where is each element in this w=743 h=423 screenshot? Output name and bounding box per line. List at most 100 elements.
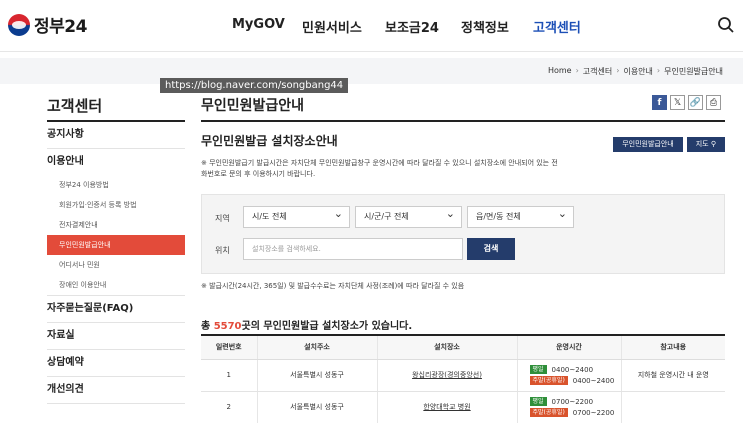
hours-weekday: 평일 0400~2400 xyxy=(529,364,621,375)
nav-policy[interactable]: 정책정보 xyxy=(461,17,533,36)
col-place: 설치장소 xyxy=(376,335,517,360)
sidebar-item-library[interactable]: 자료실 xyxy=(47,323,185,350)
hours-weekday: 평일 0700~2200 xyxy=(529,396,621,407)
main-content: 무인민원발급안내 f 𝕏 🔗 ⎙ 무인민원발급 설치장소안내 무인민원발급안내 … xyxy=(201,95,725,423)
page-title: 무인민원발급안내 xyxy=(201,95,725,122)
sidebar-title: 고객센터 xyxy=(47,95,185,122)
weekday-time: 0400~2400 xyxy=(551,365,594,374)
location-label: 위치 xyxy=(215,246,230,255)
table-row: 1 서울특별시 성동구 왕십리광장(경의중앙선) 평일 0400~2400 주말(… xyxy=(201,359,725,392)
submenu-item-kiosk[interactable]: 무인민원발급안내 xyxy=(47,235,185,255)
region-label: 지역 xyxy=(215,214,230,223)
count-number: 5570 xyxy=(213,321,242,332)
chevron-right-icon: › xyxy=(616,66,620,75)
nav-civil-service[interactable]: 민원서비스 xyxy=(302,17,385,36)
col-hours: 운영시간 xyxy=(516,335,621,360)
col-address: 설치주소 xyxy=(256,335,377,360)
location-search-input[interactable]: 설치장소를 검색하세요. xyxy=(243,238,463,260)
kiosk-location-table: 일련번호 설치주소 설치장소 운영시간 참고내용 1 서울특별시 성동구 왕십리… xyxy=(201,334,725,423)
cell-serial: 2 xyxy=(201,391,257,423)
sigungu-select[interactable]: 시/군/구 전체 xyxy=(355,204,462,228)
cell-hours: 평일 0400~2400 주말(공휴일) 0400~2400 xyxy=(516,359,621,392)
map-button-label: 지도 xyxy=(695,140,709,148)
submenu-item-anywhere[interactable]: 어디서나 민원 xyxy=(47,255,185,275)
x-icon[interactable]: 𝕏 xyxy=(670,95,685,110)
table-header-row: 일련번호 설치주소 설치장소 운영시간 참고내용 xyxy=(201,335,725,360)
top-header: 정부24 MyGOV 민원서비스 보조금24 정책정보 고객센터 xyxy=(0,0,743,52)
submenu-item-accessibility[interactable]: 장애인 이용안내 xyxy=(47,275,185,295)
chevron-right-icon: › xyxy=(575,66,579,75)
map-pin-icon: ⚲ xyxy=(710,140,716,148)
fee-notice: ※ 발급시간(24시간, 365일) 및 발급수수료는 자치단체 사정(조례)에… xyxy=(201,282,465,290)
sidebar-item-reservation[interactable]: 상담예약 xyxy=(47,350,185,377)
section-title: 무인민원발급 설치장소안내 xyxy=(201,134,338,148)
site-logo[interactable]: 정부24 xyxy=(8,12,87,37)
kiosk-guide-button[interactable]: 무인민원발급안내 xyxy=(613,137,683,152)
sidebar-item-notice[interactable]: 공지사항 xyxy=(47,122,185,149)
chevron-right-icon: › xyxy=(656,66,661,75)
url-watermark: https://blog.naver.com/songbang44 xyxy=(160,78,349,93)
cell-address: 서울특별시 성동구 xyxy=(256,391,377,423)
breadcrumb-bar: Home › 고객센터 › 이용안내 › 무인민원발급안내 xyxy=(0,58,743,84)
weekend-badge: 주말(공휴일) xyxy=(529,408,568,417)
sido-select[interactable]: 시/도 전체 xyxy=(243,204,350,228)
sidebar-item-label: 공지사항 xyxy=(47,129,84,140)
weekday-badge: 평일 xyxy=(529,397,547,406)
sidebar-item-label: 이용안내 xyxy=(47,156,84,167)
hours-weekend: 주말(공휴일) 0400~2400 xyxy=(529,375,621,386)
sidebar-item-label: 상담예약 xyxy=(47,357,84,368)
link-icon[interactable]: 🔗 xyxy=(688,95,703,110)
cell-serial: 1 xyxy=(201,359,257,392)
col-serial: 일련번호 xyxy=(201,335,257,360)
weekend-time: 0700~2200 xyxy=(572,408,615,417)
sidebar-item-usage[interactable]: 이용안내 정부24 이용방법 회원가입·인증서 등록 방법 전자결제안내 무인민… xyxy=(47,149,185,296)
count-suffix: 곳의 무인민원발급 설치장소가 있습니다. xyxy=(241,321,413,332)
search-icon[interactable] xyxy=(717,16,735,34)
sidebar-item-label: 자료실 xyxy=(47,330,75,341)
cell-address: 서울특별시 성동구 xyxy=(256,359,377,392)
sidebar-item-faq[interactable]: 자주묻는질문(FAQ) xyxy=(47,296,185,323)
sidebar-menu: 공지사항 이용안내 정부24 이용방법 회원가입·인증서 등록 방법 전자결제안… xyxy=(47,122,185,404)
table-row: 2 서울특별시 성동구 한양대학교 병원 평일 0700~2200 주말(공휴일)… xyxy=(201,391,725,423)
weekday-badge: 평일 xyxy=(529,365,547,374)
weekday-time: 0700~2200 xyxy=(551,397,594,406)
submenu-item-signup[interactable]: 회원가입·인증서 등록 방법 xyxy=(47,195,185,215)
eupmyeondong-select[interactable]: 읍/면/동 전체 xyxy=(467,204,574,228)
sidebar-item-feedback[interactable]: 개선의견 xyxy=(47,377,185,404)
cell-note: 지하철 운영시간 내 운영 xyxy=(620,359,725,392)
taegeuk-logo-icon xyxy=(8,13,30,36)
crumb-usage[interactable]: 이용안내 xyxy=(623,66,652,77)
nav-customer-center[interactable]: 고객센터 xyxy=(533,17,581,36)
nav-mygov[interactable]: MyGOV xyxy=(232,17,302,36)
hours-weekend: 주말(공휴일) 0700~2200 xyxy=(529,407,621,418)
main-nav: MyGOV 민원서비스 보조금24 정책정보 고객센터 xyxy=(232,17,581,36)
submenu-item-payment[interactable]: 전자결제안내 xyxy=(47,215,185,235)
col-note: 참고내용 xyxy=(620,335,725,360)
sidebar: 고객센터 공지사항 이용안내 정부24 이용방법 회원가입·인증서 등록 방법 … xyxy=(47,95,185,404)
notice-text: ※ 무인민원발급기 발급시간은 자치단체 무인민원발급창구 운영시간에 따라 달… xyxy=(201,159,558,178)
search-button[interactable]: 검색 xyxy=(467,238,515,260)
weekend-badge: 주말(공휴일) xyxy=(529,376,568,385)
logo-text: 정부24 xyxy=(34,17,87,37)
print-icon[interactable]: ⎙ xyxy=(706,95,721,110)
cell-place-link[interactable]: 왕십리광장(경의중앙선) xyxy=(376,359,517,392)
facebook-icon[interactable]: f xyxy=(652,95,667,110)
sidebar-item-label: 개선의견 xyxy=(47,384,84,395)
breadcrumb: Home › 고객센터 › 이용안내 › 무인민원발급안내 xyxy=(548,66,723,77)
cell-place-link[interactable]: 한양대학교 병원 xyxy=(376,391,517,423)
share-tools: f 𝕏 🔗 ⎙ xyxy=(652,95,721,110)
nav-subsidy[interactable]: 보조금24 xyxy=(385,17,461,36)
crumb-customer-center[interactable]: 고객센터 xyxy=(583,66,612,77)
map-button[interactable]: 지도 ⚲ xyxy=(686,137,725,152)
section-buttons: 무인민원발급안내 지도 ⚲ xyxy=(613,137,725,152)
crumb-home[interactable]: Home xyxy=(548,66,572,77)
sidebar-submenu: 정부24 이용방법 회원가입·인증서 등록 방법 전자결제안내 무인민원발급안내… xyxy=(47,175,185,295)
cell-note xyxy=(620,391,725,423)
cell-hours: 평일 0700~2200 주말(공휴일) 0700~2200 xyxy=(516,391,621,423)
submenu-item-how-to-use[interactable]: 정부24 이용방법 xyxy=(47,175,185,195)
sidebar-item-label: 자주묻는질문(FAQ) xyxy=(47,303,134,314)
crumb-current[interactable]: 무인민원발급안내 xyxy=(664,66,723,77)
count-prefix: 총 xyxy=(201,321,214,332)
result-count: 총 5570곳의 무인민원발급 설치장소가 있습니다. xyxy=(201,317,412,332)
search-filter-box: 지역 시/도 전체 시/군/구 전체 읍/면/동 전체 위치 설치장소를 검색하… xyxy=(201,194,725,274)
